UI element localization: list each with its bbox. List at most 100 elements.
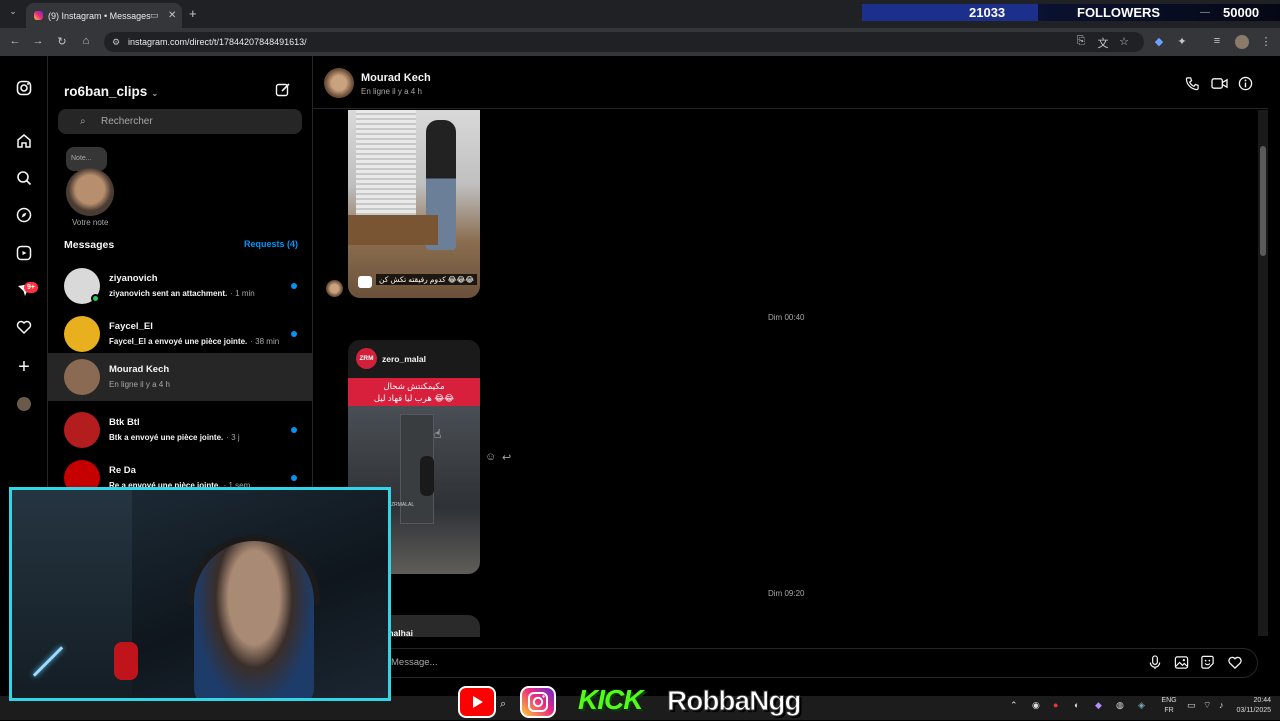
audio-call-icon[interactable]: [1185, 76, 1200, 96]
conversation-name: Faycel_El: [109, 321, 153, 332]
reel-figure: [420, 456, 434, 496]
voice-clip-icon[interactable]: [1148, 655, 1162, 675]
react-emoji-icon[interactable]: ☺: [485, 451, 496, 463]
new-tab-icon[interactable]: +: [189, 6, 197, 21]
tab-media-icon[interactable]: ▭: [150, 10, 159, 21]
notifications-heart-icon[interactable]: [14, 319, 34, 339]
webcam-overlay: [9, 487, 391, 701]
minimize-icon[interactable]: —: [1200, 7, 1210, 18]
bookmark-star-icon[interactable]: ☆: [1117, 35, 1131, 48]
back-icon[interactable]: ←: [8, 35, 22, 47]
clock[interactable]: 20:44 03/11/2025: [1227, 696, 1271, 716]
search-input[interactable]: ⌕ Rechercher: [58, 109, 302, 134]
conversation-item[interactable]: Re Da Re a envoyé une pièce jointe. · 1 se…: [48, 454, 313, 487]
contact-avatar[interactable]: [324, 68, 354, 98]
unread-dot: [291, 331, 297, 337]
tray-app-icon[interactable]: ◉: [1032, 700, 1040, 711]
network-icon[interactable]: ⌔: [1203, 700, 1211, 711]
tab-list-chevron-icon[interactable]: ⌄: [6, 6, 20, 20]
profile-avatar-nav[interactable]: [17, 397, 31, 411]
reel-sofa: [348, 215, 438, 245]
video-call-icon[interactable]: [1211, 76, 1228, 96]
language-indicator[interactable]: ENG FR: [1160, 696, 1178, 716]
tray-app-icon[interactable]: ◆: [1095, 700, 1102, 711]
reels-icon[interactable]: [14, 245, 34, 265]
url-text: instagram.com/direct/t/17844207848491613…: [128, 37, 307, 47]
conversation-name: Mourad Kech: [109, 364, 170, 375]
conversation-preview: ziyanovich sent an attachment. · 1 min: [109, 289, 255, 298]
note-bubble-text: Note...: [71, 155, 92, 162]
message-placeholder: Message...: [391, 657, 438, 668]
reel-text-line-2: هرب ليا فهاد ليل 😂😂: [373, 393, 455, 403]
youtube-logo-icon: [458, 686, 496, 718]
followers-current: 21033: [969, 5, 1006, 20]
address-bar[interactable]: ⚙ instagram.com/direct/t/178442078484916…: [104, 32, 1144, 52]
note-caption: Votre note: [72, 218, 109, 227]
conversation-avatar: [64, 460, 100, 487]
extensions-puzzle-icon[interactable]: ✦: [1175, 35, 1189, 48]
requests-link[interactable]: Requests (4): [244, 239, 298, 249]
explore-compass-icon[interactable]: [14, 207, 34, 227]
conversation-preview-text: Btk a envoyé une pièce jointe.: [109, 433, 224, 442]
volume-icon[interactable]: ♪: [1219, 700, 1224, 710]
reel-account-logo: ZRM: [356, 348, 377, 369]
taskbar-search-icon[interactable]: ⌕: [500, 698, 506, 711]
browser-tab[interactable]: (9) Instagram • Messages ▭ ✕: [26, 3, 182, 28]
site-info-icon[interactable]: ⚙: [112, 32, 120, 52]
profile-avatar[interactable]: [1235, 35, 1249, 49]
tray-app-icon[interactable]: ◐: [1074, 700, 1079, 710]
shared-reel-card[interactable]: كدوم رفيقته تكش كن 😂😂😂: [348, 110, 480, 298]
reel-account-name: zero_malal: [382, 354, 426, 364]
tray-app-icon[interactable]: ◈: [1138, 700, 1145, 711]
browser-menu-icon[interactable]: ⋮: [1259, 35, 1273, 48]
instagram-logo-icon[interactable]: [14, 80, 34, 100]
reload-icon[interactable]: ↻: [55, 35, 69, 48]
clock-date: 03/11/2025: [1236, 707, 1271, 714]
create-plus-icon[interactable]: +: [14, 357, 34, 377]
sticker-icon[interactable]: [1200, 655, 1215, 675]
contact-name[interactable]: Mourad Kech: [361, 72, 431, 84]
conversation-item[interactable]: ziyanovich ziyanovich sent an attachment.…: [48, 262, 313, 310]
conversation-preview-text: ziyanovich sent an attachment.: [109, 289, 228, 298]
compose-icon[interactable]: [275, 82, 291, 103]
like-heart-icon[interactable]: [1227, 655, 1243, 675]
add-photo-icon[interactable]: [1174, 655, 1189, 675]
reading-list-icon[interactable]: ≡: [1210, 35, 1224, 47]
conversation-preview: Faycel_El a envoyé une pièce jointe. · 38…: [109, 337, 279, 346]
online-indicator: [91, 294, 100, 303]
extension-icon[interactable]: ◆: [1152, 35, 1166, 48]
forward-icon[interactable]: →: [31, 35, 45, 47]
day-separator: Dim 00:40: [768, 313, 805, 322]
conversation-item[interactable]: Mourad Kech En ligne il y a 4 h: [48, 353, 313, 401]
followers-label: FOLLOWERS: [1077, 5, 1161, 20]
tab-close-icon[interactable]: ✕: [168, 10, 176, 21]
conversation-time: · 1 min: [230, 289, 255, 298]
message-input[interactable]: Message...: [376, 648, 1258, 678]
unread-dot: [291, 283, 297, 289]
unread-dot: [291, 475, 297, 481]
home-nav-icon[interactable]: [14, 133, 34, 153]
tray-chevron-icon[interactable]: ⌃: [1010, 700, 1018, 711]
display-icon[interactable]: ▭: [1187, 700, 1196, 711]
conversation-time: · 3 j: [226, 433, 240, 442]
messages-heading: Messages: [64, 239, 115, 251]
search-icon: ⌕: [80, 116, 86, 127]
search-nav-icon[interactable]: [14, 170, 34, 190]
reply-icon[interactable]: ↩: [502, 451, 511, 464]
conversation-preview: En ligne il y a 4 h: [109, 380, 173, 389]
translate-icon[interactable]: 文: [1096, 35, 1110, 51]
account-switcher[interactable]: ro6ban_clips ⌄: [64, 84, 159, 99]
conversation-item[interactable]: Btk Btl Btk a envoyé une pièce jointe. · 3…: [48, 406, 313, 454]
reel-window-blinds: [356, 110, 416, 220]
install-app-icon[interactable]: ⎘: [1074, 35, 1088, 48]
own-avatar[interactable]: [66, 168, 114, 216]
steam-icon[interactable]: ◍: [1116, 700, 1124, 711]
tray-app-icon[interactable]: ●: [1053, 700, 1058, 710]
conversation-item[interactable]: Faycel_El Faycel_El a envoyé une pièce jo…: [48, 310, 313, 358]
conversation-info-icon[interactable]: [1238, 76, 1253, 96]
kick-logo: KICK: [578, 684, 643, 715]
chat-scrollbar-thumb[interactable]: [1260, 146, 1266, 256]
chevron-down-icon: ⌄: [151, 88, 159, 98]
home-icon[interactable]: ⌂: [79, 35, 93, 47]
conversation-time: · 38 min: [250, 337, 280, 346]
